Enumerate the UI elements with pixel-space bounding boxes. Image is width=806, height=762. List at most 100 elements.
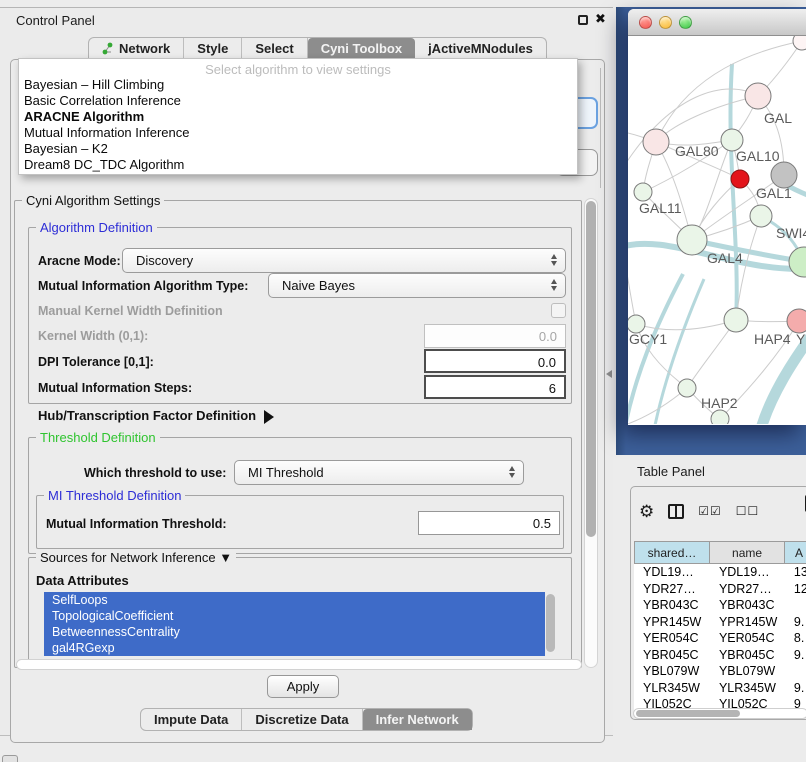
algorithm-option[interactable]: ARACNE Algorithm (19, 109, 577, 125)
column-header[interactable]: shared… (634, 541, 710, 564)
tab-infer-network[interactable]: Infer Network (363, 709, 472, 730)
float-window-icon[interactable] (578, 15, 588, 25)
network-node-label: GAL1 (756, 185, 792, 201)
zoom-traffic-light[interactable] (679, 16, 692, 29)
combo-arrows-icon (509, 466, 515, 478)
close-traffic-light[interactable] (639, 16, 652, 29)
table-row[interactable]: YER054CYER054C8. (634, 630, 806, 647)
deselect-all-icon[interactable]: ☐☐ (736, 504, 760, 518)
tab-jactivemnodules[interactable]: jActiveMNodules (415, 38, 546, 60)
aracne-mode-select[interactable]: Discovery (122, 248, 566, 273)
tab-cyni-toolbox[interactable]: Cyni Toolbox (308, 38, 415, 60)
algorithm-dropdown-placeholder: Select algorithm to view settings (19, 59, 577, 77)
node-hap4[interactable] (724, 308, 748, 332)
minimize-traffic-light[interactable] (659, 16, 672, 29)
table-panel: ⚙ ☑☑ ☐☐ shared…nameA YDL19…YDL19…13YDR27… (630, 486, 806, 720)
node-red[interactable] (731, 170, 749, 188)
tab-impute-data[interactable]: Impute Data (141, 709, 242, 730)
network-edge[interactable] (628, 244, 636, 324)
table-cell (785, 663, 806, 680)
network-edge-highlighted[interactable] (628, 274, 683, 422)
network-icon (102, 42, 114, 58)
table-cell: YLR345W (634, 680, 710, 697)
aracne-mode-label: Aracne Mode: (38, 254, 121, 268)
table-cell (785, 597, 806, 614)
table-cell: 9. (785, 647, 806, 664)
network-node-label: GAL (764, 110, 792, 126)
column-header[interactable]: name (710, 541, 785, 564)
attribute-list-item-selected[interactable]: BetweennessCentrality (44, 624, 545, 640)
network-edge[interactable] (656, 96, 758, 142)
network-node-label: HAP4 (754, 331, 791, 347)
mi-type-select[interactable]: Naive Bayes (268, 273, 566, 298)
dpi-tolerance-field[interactable]: 0.0 (424, 349, 566, 373)
algorithm-option[interactable]: Dream8 DC_TDC Algorithm (19, 157, 577, 173)
network-view[interactable]: GALGAL80GAL10GAL1GAL11SWI4GAL4GCY1HAP4YH… (628, 36, 806, 424)
node-gal80[interactable] (643, 129, 669, 155)
table-row[interactable]: YDR27…YDR27…12 (634, 581, 806, 598)
table-cell: YBR043C (634, 597, 710, 614)
apply-button[interactable]: Apply (267, 675, 339, 698)
table-row[interactable]: YPR145WYPR145W9. (634, 614, 806, 631)
settings-horizontal-scrollbar[interactable] (16, 659, 582, 670)
node-pink-right[interactable] (787, 309, 806, 333)
tab-style[interactable]: Style (184, 38, 242, 60)
data-attributes-label: Data Attributes (36, 573, 129, 588)
node-bottom-partial[interactable] (711, 410, 729, 424)
threshold-definition-legend: Threshold Definition (36, 430, 160, 445)
mi-threshold-field[interactable]: 0.5 (418, 511, 560, 535)
mi-steps-field[interactable]: 6 (424, 375, 566, 399)
panel-splitter-handle[interactable] (606, 370, 612, 378)
node-gal1[interactable] (750, 205, 772, 227)
node-partial-top[interactable] (793, 36, 806, 50)
tab-discretize-data[interactable]: Discretize Data (242, 709, 362, 730)
bottom-left-partial-button[interactable] (2, 755, 18, 762)
table-row[interactable]: YBR043CYBR043C (634, 597, 806, 614)
network-window-titlebar[interactable] (628, 9, 806, 36)
network-edge-highlighted[interactable] (654, 279, 704, 424)
cyni-algorithm-settings-legend: Cyni Algorithm Settings (22, 193, 164, 208)
combo-arrows-icon (551, 254, 557, 266)
mi-steps-label: Mutual Information Steps: (38, 381, 192, 395)
table-row[interactable]: YDL19…YDL19…13 (634, 564, 806, 581)
network-node-label: GAL10 (736, 148, 780, 164)
tab-label: Impute Data (154, 712, 228, 727)
node-gal-right[interactable] (745, 83, 771, 109)
manual-kernel-checkbox[interactable] (551, 303, 566, 318)
algorithm-option[interactable]: Basic Correlation Inference (19, 93, 577, 109)
table-cell: YPR145W (634, 614, 710, 631)
column-header[interactable]: A (785, 541, 806, 564)
attribute-list-item-selected[interactable]: SelfLoops (44, 592, 545, 608)
table-row[interactable]: YBR045CYBR045C9. (634, 647, 806, 664)
node-gal11[interactable] (634, 183, 652, 201)
table-cell: 9. (785, 614, 806, 631)
table-row[interactable]: YBL079WYBL079W (634, 663, 806, 680)
which-threshold-select[interactable]: MI Threshold (234, 460, 524, 485)
data-attributes-list: SelfLoopsTopologicalCoefficientBetweenne… (44, 592, 545, 656)
table-cell: YBL079W (710, 663, 785, 680)
hub-definition-toggle[interactable]: Hub/Transcription Factor Definition (38, 408, 274, 424)
algorithm-option[interactable]: Bayesian – K2 (19, 141, 577, 157)
node-hap2[interactable] (678, 379, 696, 397)
settings-vertical-scrollbar[interactable] (584, 198, 598, 668)
which-threshold-label: Which threshold to use: (84, 466, 226, 480)
algorithm-option[interactable]: Bayesian – Hill Climbing (19, 77, 577, 93)
attribute-list-item-selected[interactable]: TopologicalCoefficient (44, 608, 545, 624)
gear-icon[interactable]: ⚙ (639, 503, 654, 520)
close-icon[interactable]: ✖ (595, 11, 606, 27)
tab-network[interactable]: Network (89, 38, 184, 60)
sources-legend[interactable]: Sources for Network Inference ▼ (36, 550, 236, 565)
node-swi4[interactable] (789, 247, 806, 277)
attribute-list-scrollbar[interactable] (546, 594, 555, 652)
algorithm-option[interactable]: Mutual Information Inference (19, 125, 577, 141)
network-node-label: GAL11 (639, 200, 682, 216)
mi-type-label: Mutual Information Algorithm Type: (38, 279, 248, 293)
select-all-icon[interactable]: ☑☑ (698, 504, 722, 518)
node-gal4[interactable] (677, 225, 707, 255)
columns-icon[interactable] (668, 504, 684, 519)
network-edge[interactable] (687, 320, 736, 388)
table-horizontal-scrollbar[interactable] (633, 708, 806, 719)
attribute-list-item-selected[interactable]: gal4RGexp (44, 640, 545, 656)
tab-select[interactable]: Select (242, 38, 307, 60)
table-row[interactable]: YLR345WYLR345W9. (634, 680, 806, 697)
